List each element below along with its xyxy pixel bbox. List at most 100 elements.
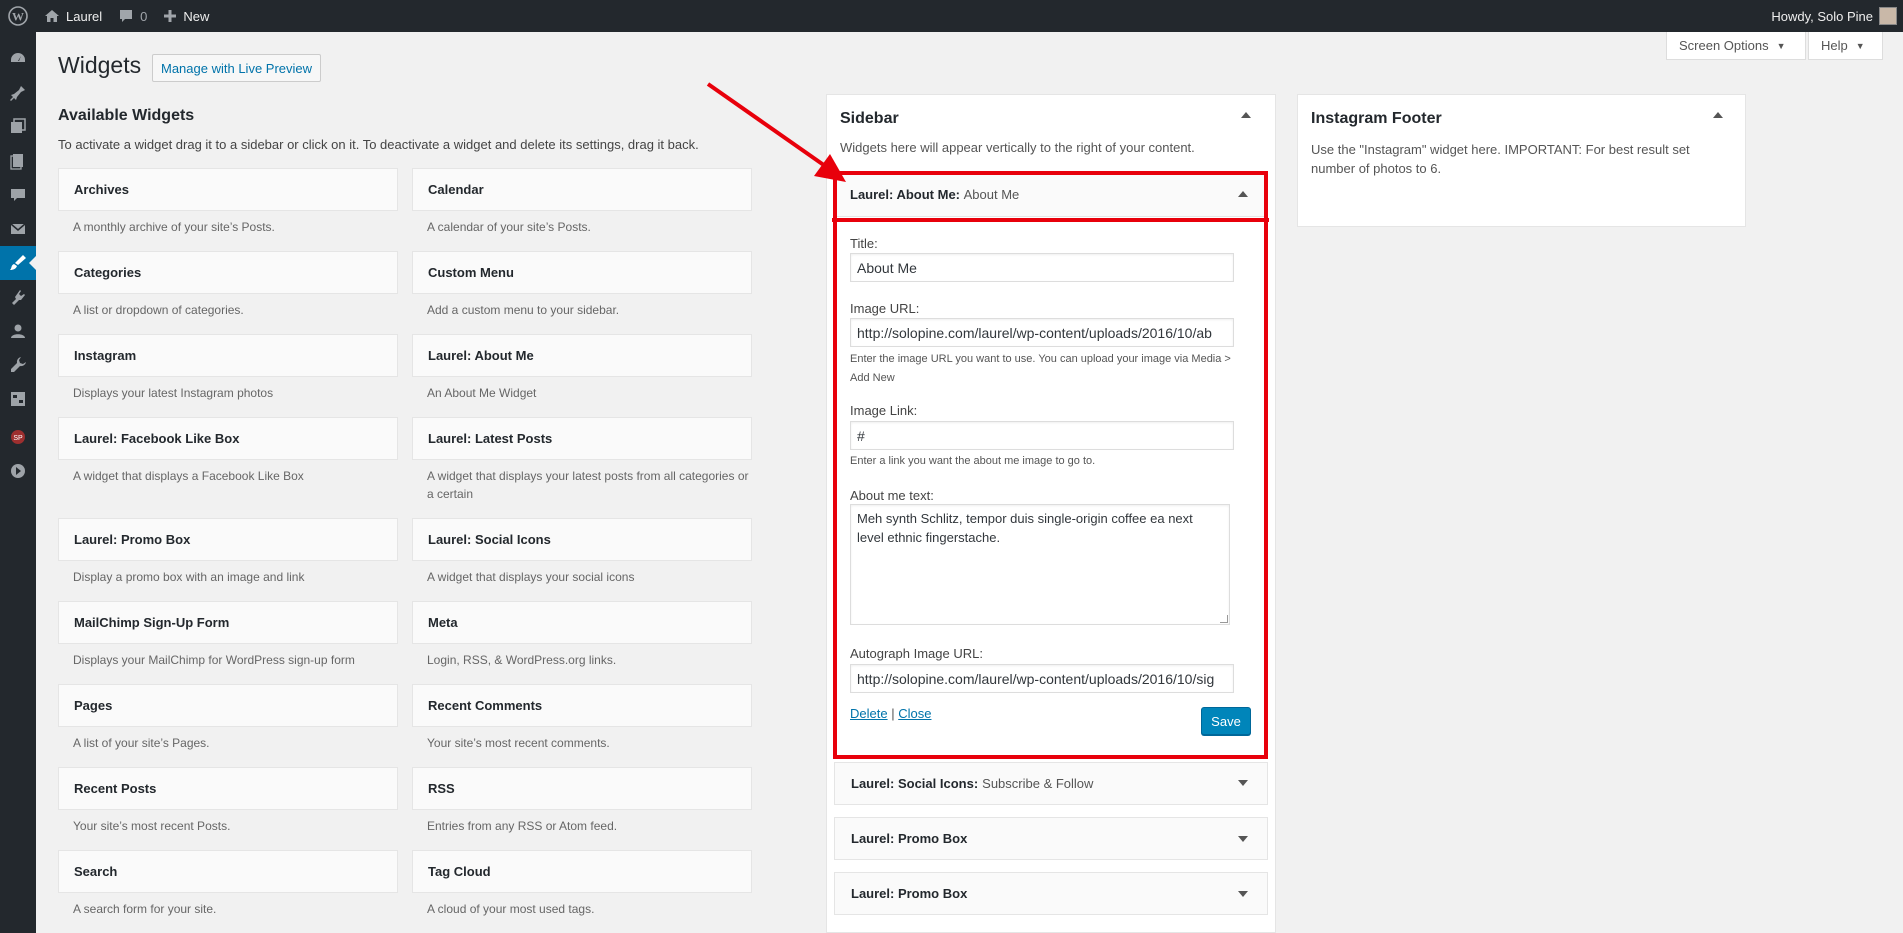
- available-widget-tile[interactable]: Archives: [58, 168, 398, 211]
- available-widget-tile[interactable]: Recent Posts: [58, 767, 398, 810]
- about-text-label: About me text:: [850, 488, 934, 503]
- available-widget-tile[interactable]: Tag Cloud: [412, 850, 752, 893]
- page-title: Widgets: [58, 52, 142, 78]
- home-icon: [45, 10, 59, 22]
- widget-collapse-icon[interactable]: [1238, 191, 1248, 197]
- available-widget-description: A widget that displays your latest posts…: [427, 469, 749, 501]
- available-widget-description: Your site’s most recent Posts.: [73, 819, 231, 833]
- autograph-url-input[interactable]: http://solopine.com/laurel/wp-content/up…: [850, 664, 1234, 693]
- resize-handle-icon[interactable]: [1220, 615, 1228, 623]
- help-button[interactable]: Help ▼: [1808, 32, 1883, 60]
- available-widget-description: A monthly archive of your site’s Posts.: [73, 220, 275, 234]
- instagram-footer-description: Use the "Instagram" widget here. IMPORTA…: [1311, 142, 1690, 176]
- widget-instance-label: About Me: [963, 187, 1020, 202]
- contact-mail-icon[interactable]: [0, 212, 36, 246]
- available-widget-tile[interactable]: Meta: [412, 601, 752, 644]
- available-widget-tile[interactable]: Recent Comments: [412, 684, 752, 727]
- my-account-menu[interactable]: Howdy, Solo Pine: [1763, 0, 1903, 32]
- sidebar-title: Sidebar: [840, 110, 899, 127]
- available-widget-tile[interactable]: Laurel: Promo Box: [58, 518, 398, 561]
- tools-menu-icon[interactable]: [0, 348, 36, 382]
- available-widget-description: Entries from any RSS or Atom feed.: [427, 819, 618, 833]
- image-link-input[interactable]: #: [850, 421, 1234, 450]
- admin-bar: W Laurel 0 New Howdy, Solo Pine: [0, 0, 1903, 32]
- new-label: New: [183, 8, 210, 24]
- collapse-menu-icon[interactable]: [0, 454, 36, 488]
- autograph-url-label: Autograph Image URL:: [850, 646, 983, 661]
- dashboard-menu-icon[interactable]: [0, 42, 36, 76]
- close-link[interactable]: Close: [898, 706, 931, 721]
- available-widget-tile[interactable]: Categories: [58, 251, 398, 294]
- about-me-widget-title: Laurel: About Me: About Me: [850, 187, 1019, 202]
- plugins-menu-icon[interactable]: [0, 280, 36, 314]
- plus-icon: [164, 10, 177, 22]
- title-label: Title:: [850, 236, 878, 251]
- theme-options-icon[interactable]: SP: [0, 420, 36, 454]
- available-widget-tile[interactable]: Instagram: [58, 334, 398, 377]
- site-name-label: Laurel: [66, 8, 103, 24]
- image-link-label: Image Link:: [850, 403, 918, 418]
- available-widget-tile[interactable]: Laurel: About Me: [412, 334, 752, 377]
- wordpress-logo-icon[interactable]: W: [0, 0, 36, 32]
- caret-down-icon: ▼: [1855, 40, 1865, 51]
- title-input[interactable]: About Me: [850, 253, 1234, 282]
- help-label: Help: [1821, 38, 1848, 53]
- instagram-footer-collapse-icon[interactable]: [1713, 112, 1723, 118]
- pages-menu-icon[interactable]: [0, 144, 36, 178]
- available-widget-description: Displays your MailChimp for WordPress si…: [73, 653, 355, 667]
- available-widget-tile[interactable]: Pages: [58, 684, 398, 727]
- widget-type-label: Laurel: Promo Box: [851, 886, 968, 901]
- available-widget-tile[interactable]: Search: [58, 850, 398, 893]
- promo-box-widget[interactable]: Laurel: Promo Box: [834, 872, 1268, 915]
- available-widget-tile[interactable]: Laurel: Latest Posts: [412, 417, 752, 460]
- available-widgets-title: Available Widgets: [58, 107, 195, 124]
- instagram-footer-title: Instagram Footer: [1311, 110, 1442, 127]
- expand-icon[interactable]: [1238, 836, 1248, 842]
- promo-box-widget[interactable]: Laurel: Promo Box: [834, 817, 1268, 860]
- comments-menu[interactable]: 0: [110, 0, 155, 32]
- available-widget-tile[interactable]: Custom Menu: [412, 251, 752, 294]
- howdy-label: Howdy, Solo Pine: [1771, 8, 1873, 24]
- caret-down-icon: ▼: [1776, 40, 1786, 51]
- new-content-menu[interactable]: New: [155, 0, 217, 32]
- available-widget-description: A widget that displays a Facebook Like B…: [73, 469, 304, 483]
- sidebar-collapse-icon[interactable]: [1241, 112, 1251, 118]
- users-menu-icon[interactable]: [0, 314, 36, 348]
- posts-menu-icon[interactable]: [0, 76, 36, 110]
- available-widget-description: A calendar of your site’s Posts.: [427, 220, 591, 234]
- expand-icon[interactable]: [1238, 780, 1248, 786]
- appearance-menu-icon[interactable]: [0, 246, 36, 280]
- about-text-textarea[interactable]: Meh synth Schlitz, tempor duis single-or…: [850, 504, 1230, 625]
- save-button[interactable]: Save: [1201, 707, 1251, 735]
- widget-type-label: Laurel: Promo Box: [851, 831, 968, 846]
- available-widget-tile[interactable]: MailChimp Sign-Up Form: [58, 601, 398, 644]
- image-url-label: Image URL:: [850, 301, 920, 316]
- available-widget-description: A search form for your site.: [73, 902, 217, 916]
- available-widget-description: Displays your latest Instagram photos: [73, 386, 274, 400]
- screen-options-button[interactable]: Screen Options ▼: [1666, 32, 1806, 60]
- available-widget-description: An About Me Widget: [427, 386, 537, 400]
- screen-options-label: Screen Options: [1679, 38, 1769, 53]
- available-widget-tile[interactable]: RSS: [412, 767, 752, 810]
- available-widget-tile[interactable]: Laurel: Social Icons: [412, 518, 752, 561]
- available-widget-description: Your site’s most recent comments.: [427, 736, 610, 750]
- social-icons-widget[interactable]: Laurel: Social Icons: Subscribe & Follow: [834, 762, 1268, 805]
- expand-icon[interactable]: [1238, 891, 1248, 897]
- settings-menu-icon[interactable]: [0, 382, 36, 416]
- image-url-input[interactable]: http://solopine.com/laurel/wp-content/up…: [850, 318, 1234, 347]
- manage-live-preview-button[interactable]: Manage with Live Preview: [152, 54, 322, 82]
- available-widget-tile[interactable]: Laurel: Facebook Like Box: [58, 417, 398, 460]
- about-text-value: Meh synth Schlitz, tempor duis single-or…: [857, 511, 1193, 545]
- image-url-help: Enter the image URL you want to use. You…: [850, 353, 1231, 384]
- image-link-help: Enter a link you want the about me image…: [850, 455, 1096, 467]
- svg-text:SP: SP: [13, 435, 23, 442]
- delete-link[interactable]: Delete: [850, 706, 888, 721]
- widget-instance-label: Subscribe & Follow: [982, 776, 1094, 791]
- comments-count: 0: [140, 8, 148, 24]
- available-widget-tile[interactable]: Calendar: [412, 168, 752, 211]
- sidebar-description: Widgets here will appear vertically to t…: [840, 140, 1195, 155]
- comments-menu-icon[interactable]: [0, 178, 36, 212]
- media-menu-icon[interactable]: [0, 110, 36, 144]
- site-name-menu[interactable]: Laurel: [36, 0, 110, 32]
- available-widget-description: Login, RSS, & WordPress.org links.: [427, 653, 617, 667]
